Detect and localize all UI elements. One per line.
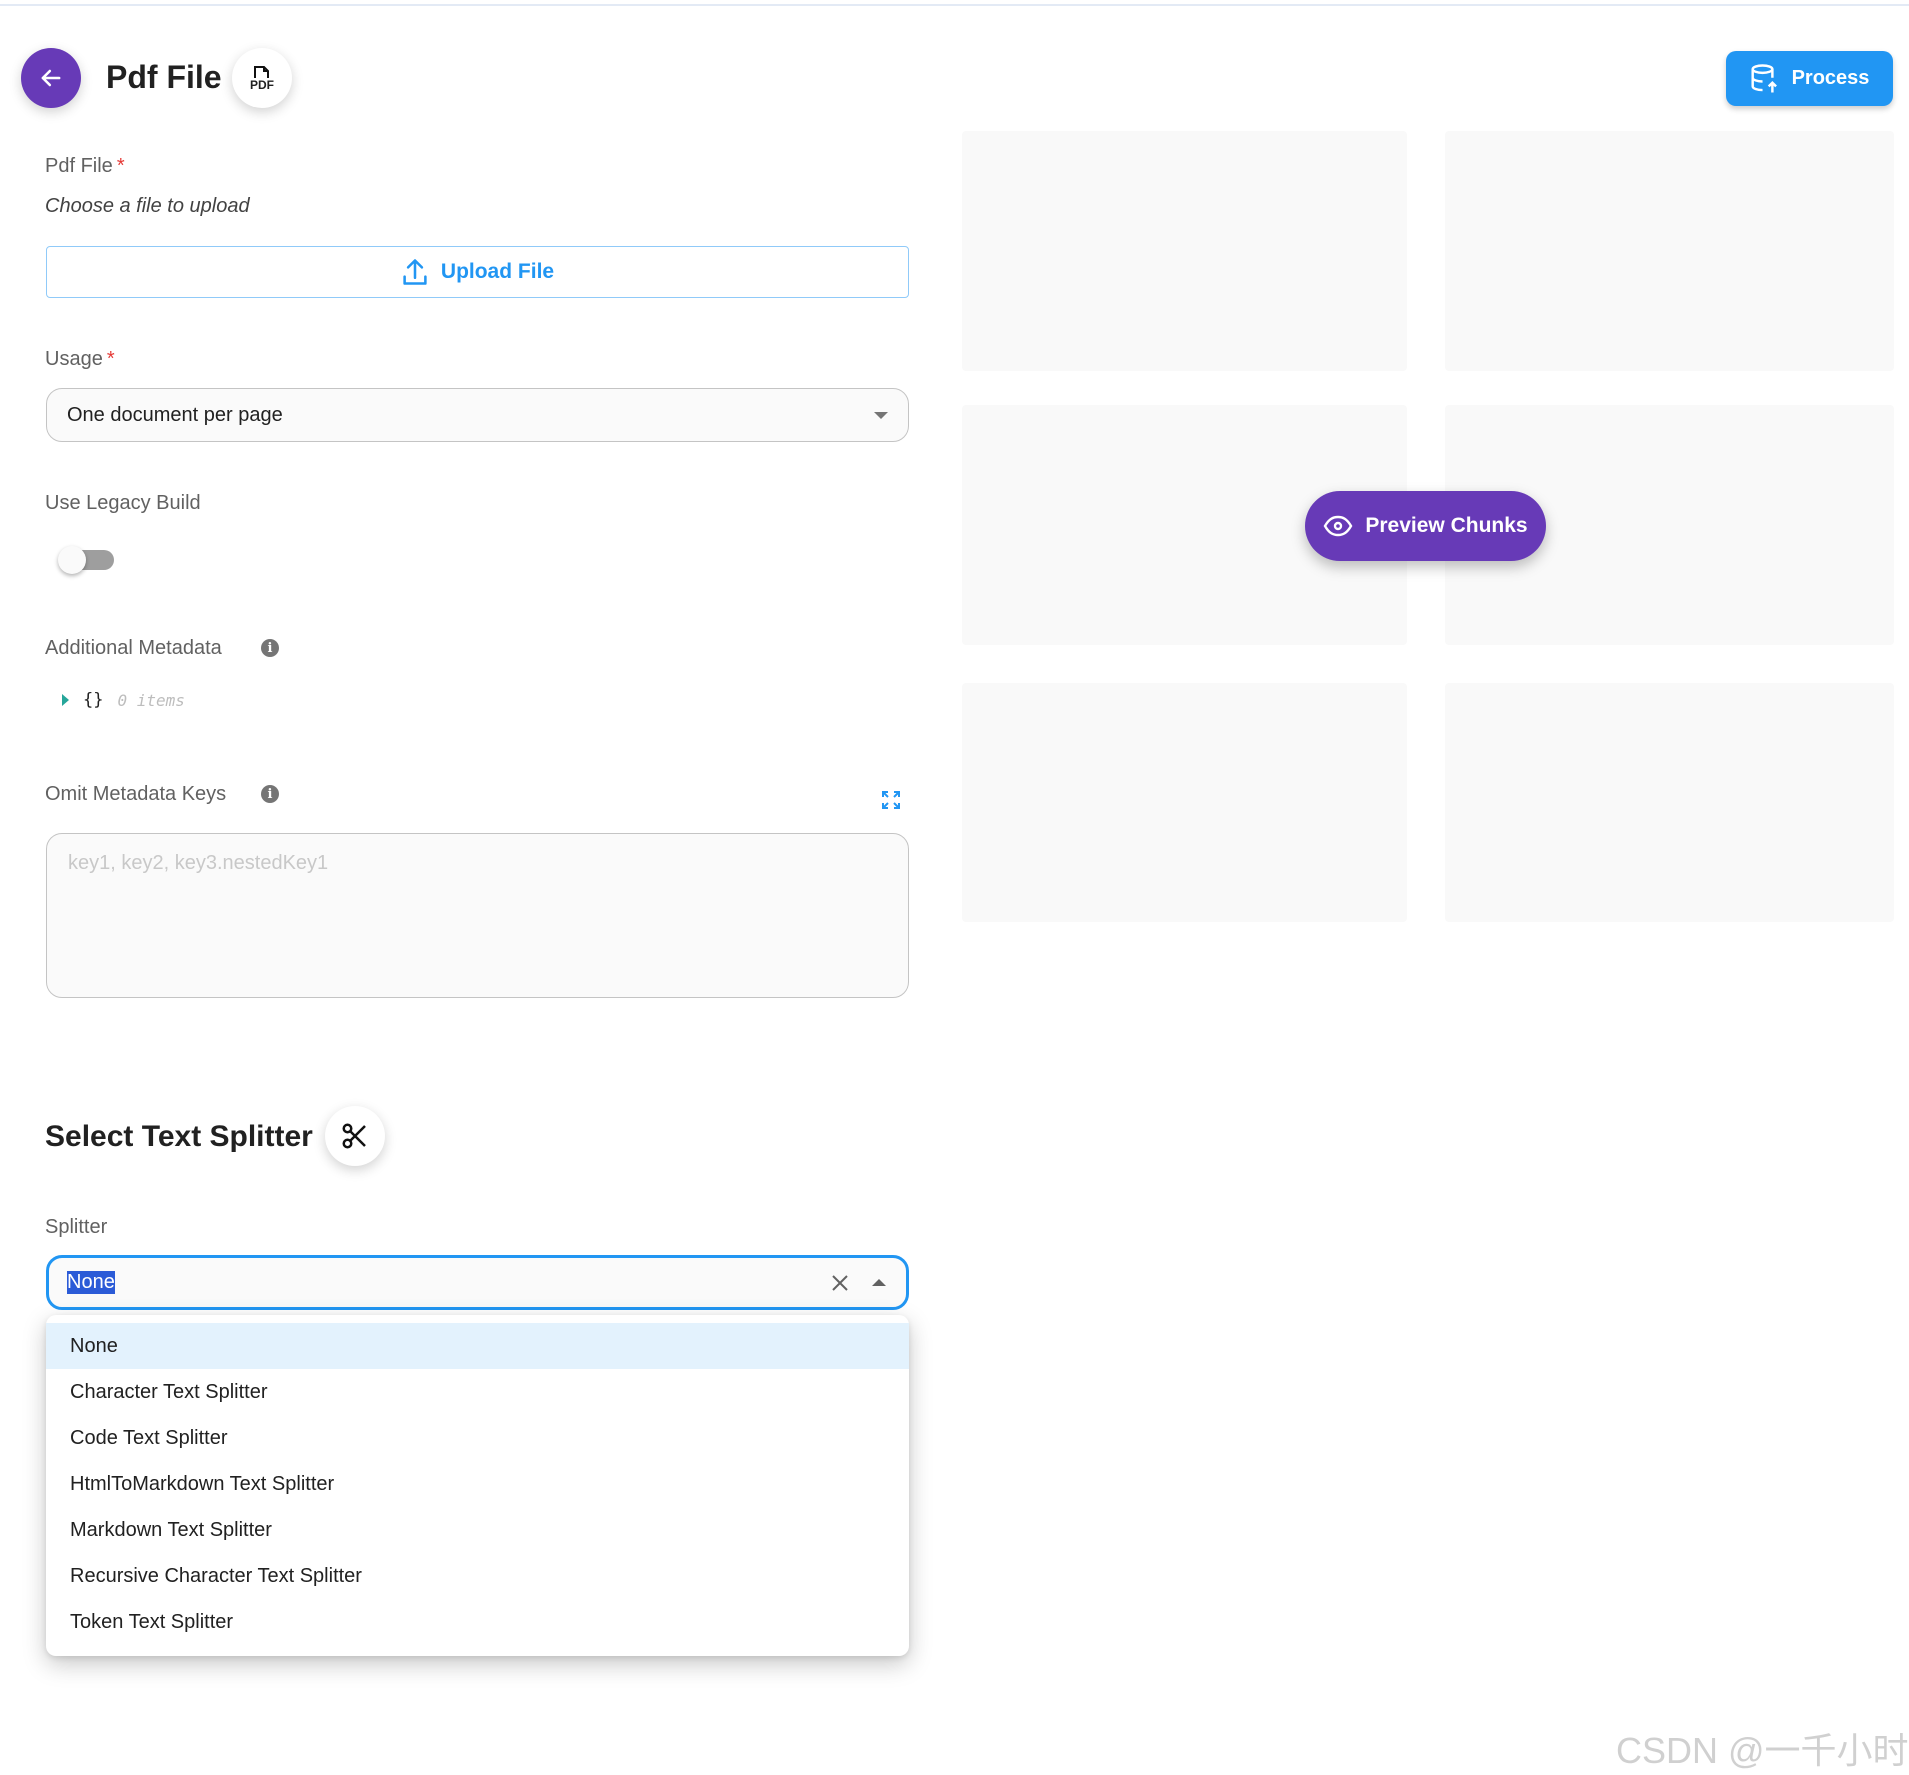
preview-chunks-button[interactable]: Preview Chunks [1305,491,1546,561]
additional-metadata-label: Additional Metadata [45,637,222,659]
omit-metadata-keys-textarea[interactable]: key1, key2, key3.nestedKey1 [46,833,909,998]
chunk-skeleton [962,131,1407,371]
usage-select[interactable]: One document per page [46,388,909,442]
process-button[interactable]: Process [1726,51,1893,106]
eye-icon [1323,515,1353,537]
pdf-file-icon: PDF [232,48,292,108]
info-icon[interactable]: i [261,639,279,657]
chunk-skeleton [962,683,1407,922]
chevron-down-icon [874,411,888,419]
splitter-dropdown: None Character Text Splitter Code Text S… [46,1315,909,1656]
scissors-icon [325,1106,385,1166]
splitter-autocomplete[interactable]: None [46,1255,909,1310]
option-code-text-splitter[interactable]: Code Text Splitter [46,1415,909,1461]
legacy-build-toggle[interactable] [58,546,116,574]
usage-label: Usage * [45,348,115,370]
watermark: CSDN @一千小时 [1616,1730,1909,1771]
upload-icon [403,259,427,285]
option-htmltomarkdown-text-splitter[interactable]: HtmlToMarkdown Text Splitter [46,1461,909,1507]
upload-hint: Choose a file to upload [45,195,250,217]
option-token-text-splitter[interactable]: Token Text Splitter [46,1599,909,1645]
legacy-build-label: Use Legacy Build [45,492,201,514]
json-editor[interactable]: {} 0 items [62,690,185,710]
arrow-left-icon [41,69,61,87]
page-title: Pdf File [106,59,222,95]
option-none[interactable]: None [46,1323,909,1369]
top-border [0,4,1909,6]
option-markdown-text-splitter[interactable]: Markdown Text Splitter [46,1507,909,1553]
option-character-text-splitter[interactable]: Character Text Splitter [46,1369,909,1415]
database-upload-icon [1751,63,1777,93]
expand-triangle-icon[interactable] [62,694,69,706]
clear-icon[interactable] [830,1273,850,1293]
expand-icon[interactable] [881,790,901,810]
back-button[interactable] [21,48,81,108]
splitter-label: Splitter [45,1216,108,1238]
pdf-file-label: Pdf File * [45,155,125,177]
info-icon[interactable]: i [261,785,279,803]
splitter-section-title: Select Text Splitter [45,1120,313,1153]
upload-file-button[interactable]: Upload File [46,246,909,298]
chunk-skeleton [1445,683,1894,922]
omit-metadata-keys-label: Omit Metadata Keys [45,783,227,805]
chunk-skeleton [1445,131,1894,371]
chevron-up-icon[interactable] [872,1279,886,1286]
option-recursive-character-text-splitter[interactable]: Recursive Character Text Splitter [46,1553,909,1599]
